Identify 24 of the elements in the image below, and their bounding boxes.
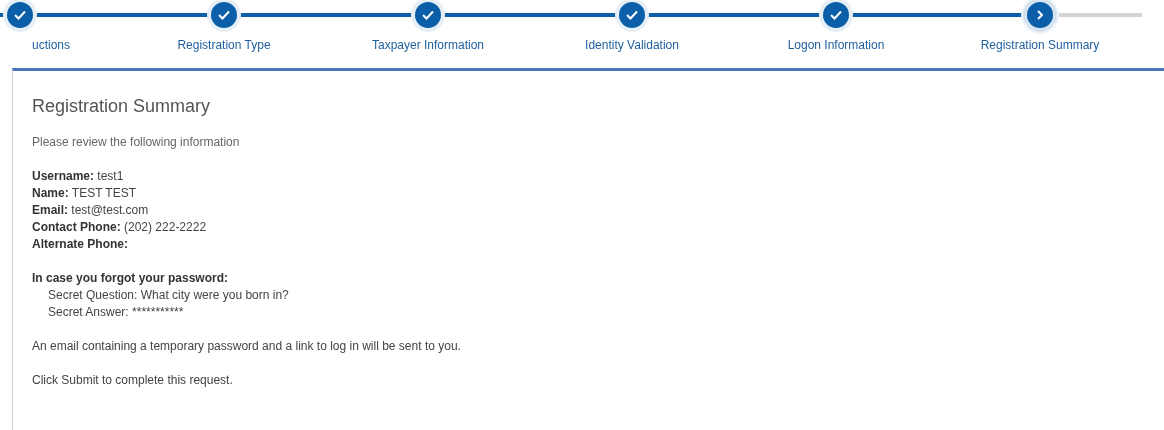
summary-field: Email: test@test.com — [32, 202, 149, 219]
summary-field: Contact Phone: (202) 222-2222 — [32, 219, 207, 236]
step-label[interactable]: Taxpayer Information — [371, 36, 485, 54]
chevron-right-icon — [1037, 10, 1043, 20]
step-label[interactable]: Logon Information — [787, 36, 885, 54]
step-label[interactable]: uctions — [0, 36, 70, 54]
note-text: Click Submit to complete this request. — [32, 372, 233, 389]
recovery-item: Secret Question: What city were you born in? — [47, 287, 289, 304]
recovery-item: Secret Answer: *********** — [47, 304, 184, 321]
recovery-heading: In case you forgot your password: — [32, 270, 229, 287]
summary-field: Name: TEST TEST — [32, 185, 137, 202]
checkmark-icon — [422, 10, 434, 20]
step-label[interactable]: Registration Summary — [980, 36, 1100, 54]
step-label[interactable]: Identity Validation — [585, 36, 679, 54]
step-label[interactable]: Registration Type — [177, 36, 271, 54]
checkmark-icon — [626, 10, 638, 20]
checkmark-icon — [14, 10, 26, 20]
checkmark-icon — [218, 10, 230, 20]
panel-title: Registration Summary — [32, 95, 211, 117]
summary-field: Username: test1 — [32, 168, 124, 185]
checkmark-icon — [830, 10, 842, 20]
summary-field: Alternate Phone: — [32, 236, 128, 253]
note-text: An email containing a temporary password and a link to log in will be sent to you. — [32, 338, 461, 355]
intro-text: Please review the following information — [32, 134, 240, 151]
